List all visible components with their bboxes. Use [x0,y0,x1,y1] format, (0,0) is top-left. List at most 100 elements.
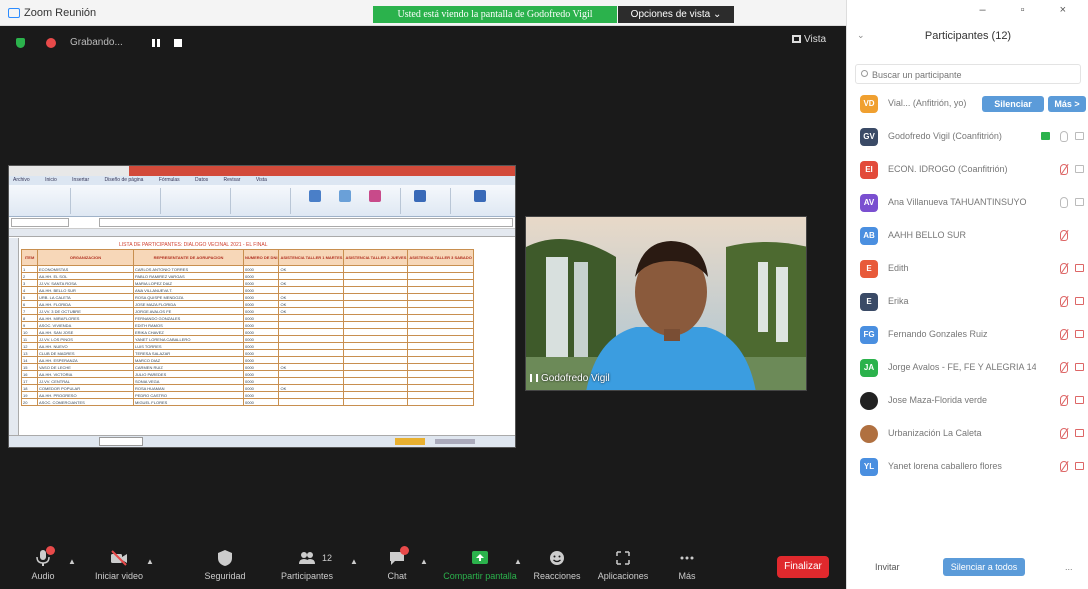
participants-caret-icon[interactable]: ▲ [350,557,358,566]
participant-row[interactable]: Jose Maza-Florida verde [847,389,1088,413]
microphone-icon[interactable] [1060,164,1068,175]
microphone-icon[interactable] [1060,230,1068,241]
participant-row[interactable]: YL Yanet lorena caballero flores [847,455,1088,479]
camera-icon[interactable] [1075,396,1084,404]
share-screen-button[interactable]: Compartir pantalla [438,549,522,581]
microphone-icon[interactable] [1060,263,1068,274]
chat-icon [388,546,409,567]
camera-icon[interactable] [1075,132,1084,140]
search-input[interactable] [872,67,1072,82]
view-layout-button[interactable]: Vista [792,34,826,45]
reactions-button[interactable]: Reacciones [522,549,592,581]
participant-row[interactable]: FG Fernando Gonzales Ruiz [847,323,1088,347]
ribbon-tab: Fórmulas [158,177,180,183]
camera-icon[interactable] [1075,363,1084,371]
end-meeting-button[interactable]: Finalizar [777,556,829,578]
participant-row[interactable]: AV Ana Villanueva TAHUANTINSUYO [847,191,1088,215]
table-cell: JJ.VV. LOS PINOS [37,335,134,343]
microphone-icon[interactable] [1060,362,1068,373]
table-cell: 0000 [242,265,280,273]
microphone-icon[interactable] [1060,131,1068,142]
window-titlebar: Zoom Reunión Usted está viendo la pantal… [0,0,846,26]
more-button[interactable]: Más [652,549,722,581]
microphone-icon[interactable] [1060,329,1068,340]
camera-icon[interactable] [1075,165,1084,173]
avatar: EI [860,161,878,179]
participant-row[interactable]: Urbanización La Caleta [847,422,1088,446]
table-cell: OK [278,279,345,287]
view-options-button[interactable]: Opciones de vista ⌄ [618,6,734,23]
table-cell: ERIKA CHAVEZ [133,328,244,336]
more-options-icon[interactable]: ... [1065,562,1073,572]
table-cell [343,286,409,294]
audio-label: Audio [31,571,55,581]
apps-button[interactable]: Aplicaciones [588,549,658,581]
table-cell: OK [278,265,345,273]
audio-caret-icon[interactable]: ▲ [68,557,76,566]
table-cell: SONIA VEGA [133,377,244,385]
table-cell: JJ.VV. CENTRAL [37,377,134,385]
table-row: 13 CLUB DE MADRES TERESA SALAZAR 0000 [21,349,474,357]
shared-screen-spreadsheet[interactable]: Archivo Inicio Insertar Diseño de página… [8,165,516,448]
table-cell: ECONOMISTAS [37,265,134,273]
participant-video-tile[interactable]: Godofredo Vigil [525,216,807,391]
camera-icon[interactable] [1075,264,1084,272]
meeting-area: Grabando... Vista Archivo Inicio Inserta… [0,26,846,589]
mute-participant-button[interactable]: Silenciar [982,96,1044,112]
mute-all-button[interactable]: Silenciar a todos [943,558,1025,576]
chat-caret-icon[interactable]: ▲ [420,557,428,566]
participant-row[interactable]: EI ECON. IDROGO (Coanfitrión) [847,158,1088,182]
video-caret-icon[interactable]: ▲ [146,557,154,566]
table-row: 9 ASOC. VIVIENDA EDITH RAMOS 0000 [21,321,474,329]
table-cell: 20 [21,398,38,406]
table-cell: 0000 [242,286,280,294]
participant-row[interactable]: E Edith [847,257,1088,281]
camera-icon[interactable] [1075,198,1084,206]
camera-icon[interactable] [1075,330,1084,338]
table-cell [407,356,474,364]
participant-row[interactable]: AB AAHH BELLO SUR [847,224,1088,248]
table-row: 7 JJ.VV. 3 DE OCTUBRE JORGE AVALOS FE 0000 O… [21,307,474,315]
invite-button[interactable]: Invitar [875,562,900,572]
start-video-button[interactable]: Iniciar video [84,549,154,581]
table-cell: AA.HH. EL SOL [37,272,134,280]
participant-search[interactable] [855,64,1081,84]
participant-name: Jorge Avalos - FE, FE Y ALEGRIA 14 [888,362,1036,372]
participant-row[interactable]: VD Vial... (Anfitrión, yo) Silenciar Más > [847,92,1088,116]
pause-recording-icon[interactable] [152,39,160,47]
table-cell: 0000 [242,328,280,336]
stop-recording-icon[interactable] [174,39,182,47]
formula-bar [9,217,515,229]
table-row: 16 AA.HH. VICTORIA JULIO PAREDES 0000 [21,370,474,378]
participant-row[interactable]: GV Godofredo Vigil (Coanfitrión) [847,125,1088,149]
table-row: 6 AA.HH. FLORIDA JOSE MAZA FLORIDA 0000 OK [21,300,474,308]
ribbon-tab: Vista [255,177,267,183]
microphone-icon[interactable] [1060,296,1068,307]
camera-icon[interactable] [1075,462,1084,470]
table-cell [343,391,409,399]
table-cell: 1 [21,265,38,273]
microphone-icon[interactable] [1060,461,1068,472]
table-row: 20 ASOC. COMERCIANTES MIGUEL FLORES 0000 [21,398,474,406]
table-cell: MARIA LOPEZ DIAZ [133,279,244,287]
participant-row[interactable]: JA Jorge Avalos - FE, FE Y ALEGRIA 14 [847,356,1088,380]
table-cell: URB. LA CALETA [37,293,134,301]
microphone-icon[interactable] [1060,395,1068,406]
camera-icon[interactable] [1075,297,1084,305]
smiley-icon [548,549,566,567]
spreadsheet-statusbar [9,435,515,447]
microphone-icon[interactable] [1060,197,1068,208]
security-button[interactable]: Seguridad [190,549,260,581]
window-controls[interactable]: – ▫ × [979,4,1082,16]
recording-label: Grabando... [70,37,123,48]
table-cell [343,279,409,287]
speaker-name-label: Godofredo Vigil [541,373,610,384]
table-cell: 0000 [242,300,280,308]
participant-row[interactable]: E Erika [847,290,1088,314]
camera-icon[interactable] [1075,429,1084,437]
share-caret-icon[interactable]: ▲ [514,557,522,566]
more-participant-button[interactable]: Más > [1048,96,1086,112]
microphone-icon[interactable] [1060,428,1068,439]
video-frame [526,217,806,390]
share-screen-icon [471,549,489,567]
